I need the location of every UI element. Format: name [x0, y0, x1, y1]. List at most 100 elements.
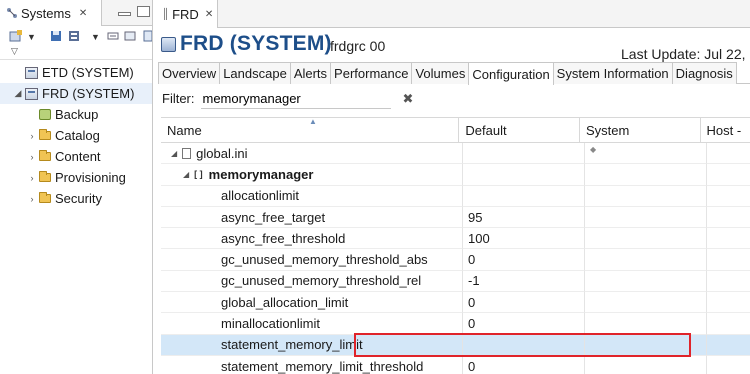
cell-system[interactable] — [585, 206, 707, 229]
cell-system[interactable] — [585, 292, 707, 314]
cell-default[interactable]: 100 — [463, 228, 585, 250]
parameter-name: async_free_threshold — [221, 230, 346, 246]
cell-host[interactable] — [707, 249, 750, 271]
chevron-right-icon[interactable]: › — [27, 152, 37, 162]
cell-name[interactable]: gc_unused_memory_threshold_rel — [161, 270, 463, 293]
cell-name[interactable]: statement_memory_limit_threshold — [161, 355, 463, 374]
cell-host[interactable] — [707, 164, 750, 186]
tree-item-security[interactable]: › Security — [0, 188, 152, 209]
collapse-icon[interactable]: ◢ — [13, 88, 23, 99]
cell-name[interactable]: allocationlimit — [161, 185, 463, 207]
chevron-right-icon[interactable]: › — [27, 194, 37, 204]
close-icon[interactable]: ✕ — [205, 9, 213, 20]
cell-name[interactable]: ◢ [ ] memorymanager — [161, 164, 463, 186]
view-menu-icon[interactable]: ▽ — [11, 46, 24, 58]
add-system-icon[interactable] — [9, 30, 22, 42]
table-row[interactable]: async_free_target 95 — [161, 206, 750, 229]
cell-name[interactable]: async_free_target — [161, 206, 463, 229]
collapse-all-icon[interactable] — [107, 30, 120, 42]
tree-item-content[interactable]: › Content — [0, 146, 152, 167]
menu-icon[interactable] — [142, 30, 152, 42]
cell-name[interactable]: ◢ global.ini — [161, 143, 463, 165]
collapse-icon[interactable]: ◢ — [183, 170, 189, 179]
cell-name[interactable]: global_allocation_limit — [161, 292, 463, 314]
cell-system[interactable] — [585, 228, 707, 250]
cell-system[interactable] — [585, 185, 707, 207]
cell-host[interactable] — [707, 186, 750, 207]
table-row[interactable]: ◢ [ ] memorymanager — [161, 164, 750, 186]
link-icon[interactable] — [124, 30, 137, 42]
tree-item-catalog[interactable]: › Catalog — [0, 125, 152, 146]
dropdown-arrow-icon[interactable]: ▼ — [27, 32, 40, 44]
cell-system[interactable] — [585, 334, 707, 356]
last-update-label: Last Update: Jul 22, 2 — [621, 46, 750, 62]
cell-host[interactable] — [707, 271, 750, 293]
tree-item-frd[interactable]: ◢ FRD (SYSTEM) — [0, 83, 152, 104]
cell-system[interactable]: ◆ — [585, 143, 707, 165]
save-icon[interactable] — [50, 30, 63, 42]
cell-default[interactable]: 0 — [463, 313, 585, 335]
cell-host[interactable] — [707, 292, 750, 314]
cell-default[interactable]: -1 — [463, 270, 585, 293]
table-row[interactable]: minallocationlimit 0 — [161, 313, 750, 335]
editor-tab-frd[interactable]: ║ FRD ✕ — [158, 0, 218, 28]
tab-configuration[interactable]: Configuration — [468, 62, 554, 85]
table-row[interactable]: global_allocation_limit 0 — [161, 292, 750, 314]
filter-input[interactable] — [200, 88, 391, 109]
clear-filter-icon[interactable]: ✖ — [403, 91, 414, 107]
table-row[interactable]: ◢ global.ini ◆ — [161, 143, 750, 165]
cell-host[interactable] — [707, 313, 750, 335]
cell-default[interactable] — [463, 334, 585, 356]
cell-default[interactable]: 0 — [463, 249, 585, 271]
cell-name[interactable]: minallocationlimit — [161, 313, 463, 335]
tree-item-etd[interactable]: ETD (SYSTEM) — [0, 62, 152, 83]
cell-default[interactable]: 0 — [463, 292, 585, 314]
cell-default[interactable] — [463, 185, 585, 207]
dropdown-arrow-icon[interactable]: ▼ — [91, 32, 104, 44]
chevron-right-icon[interactable]: › — [27, 131, 37, 141]
cell-system[interactable] — [585, 249, 707, 271]
collapse-icon[interactable]: ◢ — [171, 149, 177, 158]
tab-diagnosis[interactable]: Diagnosis — [671, 62, 737, 84]
table-row[interactable]: gc_unused_memory_threshold_rel -1 — [161, 270, 750, 293]
cell-host[interactable] — [707, 143, 750, 165]
cell-system[interactable] — [585, 270, 707, 293]
minimize-icon[interactable] — [118, 12, 131, 16]
tab-volumes[interactable]: Volumes — [411, 62, 470, 84]
cell-system[interactable] — [585, 313, 707, 335]
table-row[interactable]: statement_memory_limit_threshold 0 — [161, 355, 750, 374]
cell-system[interactable] — [585, 164, 707, 186]
cell-default[interactable]: 0 — [463, 355, 585, 374]
column-header-system[interactable]: System — [580, 118, 701, 143]
close-icon[interactable]: ✕ — [79, 8, 87, 19]
cell-default[interactable] — [463, 143, 585, 165]
systems-tab-icon — [6, 7, 18, 19]
cell-host[interactable] — [707, 228, 750, 250]
tab-system-information[interactable]: System Information — [552, 62, 673, 84]
chevron-right-icon[interactable]: › — [27, 173, 37, 183]
tab-overview[interactable]: Overview — [158, 62, 221, 84]
tab-landscape[interactable]: Landscape — [219, 62, 291, 84]
table-row[interactable]: async_free_threshold 100 — [161, 228, 750, 250]
column-header-host[interactable]: Host - — [701, 118, 750, 143]
systems-tab[interactable]: Systems ✕ — [0, 0, 102, 26]
cell-name[interactable]: gc_unused_memory_threshold_abs — [161, 249, 463, 271]
table-row[interactable]: statement_memory_limit — [161, 334, 750, 356]
cell-default[interactable] — [463, 164, 585, 186]
table-row[interactable]: allocationlimit — [161, 185, 750, 207]
tree-item-backup[interactable]: Backup — [0, 104, 152, 125]
cell-default[interactable]: 95 — [463, 206, 585, 229]
tab-performance[interactable]: Performance — [330, 62, 413, 84]
cell-host[interactable] — [707, 334, 750, 356]
cell-name[interactable]: statement_memory_limit — [161, 334, 463, 356]
database-icon[interactable] — [68, 30, 81, 42]
cell-name[interactable]: async_free_threshold — [161, 228, 463, 250]
table-row[interactable]: gc_unused_memory_threshold_abs 0 — [161, 249, 750, 271]
cell-host[interactable] — [707, 356, 750, 374]
tree-item-provisioning[interactable]: › Provisioning — [0, 167, 152, 188]
tab-alerts[interactable]: Alerts — [289, 62, 332, 84]
column-header-default[interactable]: Default — [459, 118, 580, 143]
maximize-icon[interactable] — [137, 6, 150, 17]
cell-system[interactable] — [585, 355, 707, 374]
cell-host[interactable] — [707, 207, 750, 229]
